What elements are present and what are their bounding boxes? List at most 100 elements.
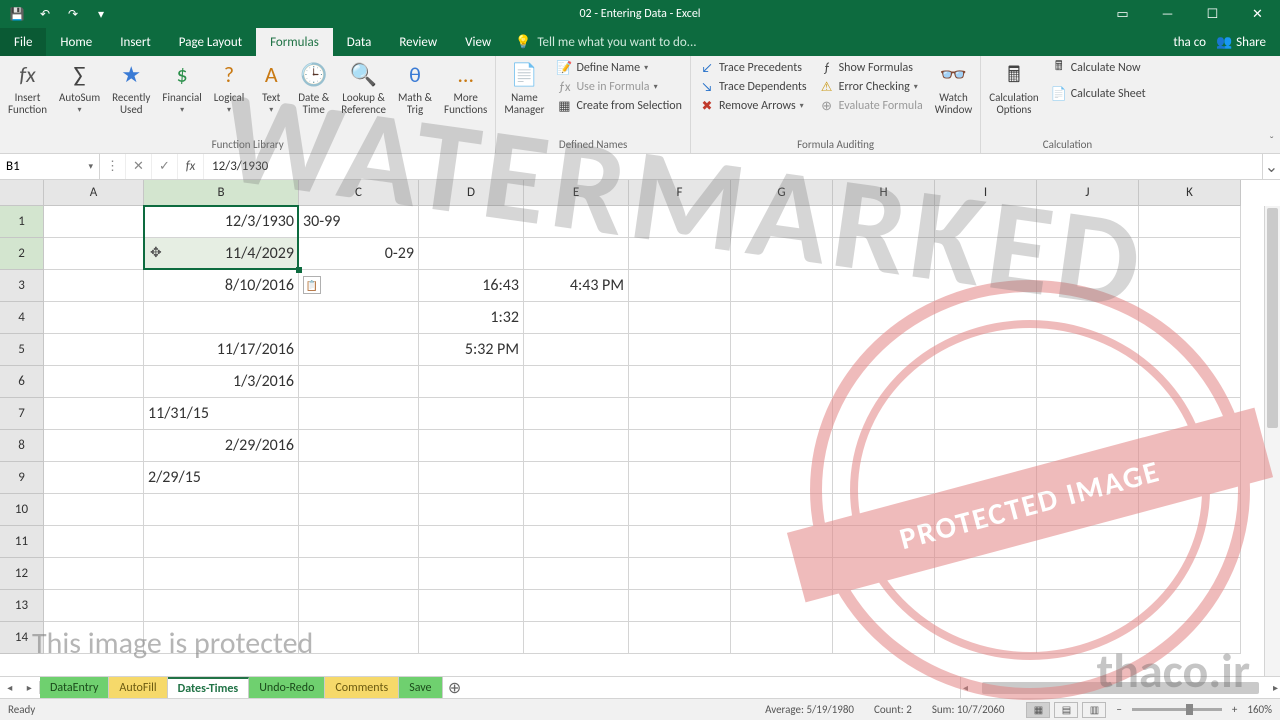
expand-formula-bar-icon[interactable]: ⌄ xyxy=(1262,154,1280,179)
tab-file[interactable]: File xyxy=(0,28,46,56)
tab-review[interactable]: Review xyxy=(385,28,451,56)
worksheet-grid[interactable]: ABCDEFGHIJK112/3/193030-99211/4/20290-29… xyxy=(0,180,1280,676)
cell-J9[interactable] xyxy=(1037,462,1139,494)
cell-D14[interactable] xyxy=(419,622,524,654)
error-checking-button[interactable]: ⚠Error Checking▾ xyxy=(819,79,923,95)
row-header-5[interactable]: 5 xyxy=(0,334,44,366)
select-all-corner[interactable] xyxy=(0,180,44,206)
cell-C14[interactable] xyxy=(299,622,419,654)
cell-D1[interactable] xyxy=(419,206,524,238)
cell-H2[interactable] xyxy=(833,238,935,270)
cell-E5[interactable] xyxy=(524,334,629,366)
cell-H7[interactable] xyxy=(833,398,935,430)
horizontal-scrollbar[interactable]: ◂ ▸ xyxy=(960,677,1280,698)
cell-C13[interactable] xyxy=(299,590,419,622)
cell-K4[interactable] xyxy=(1139,302,1241,334)
cell-I9[interactable] xyxy=(935,462,1037,494)
cell-J1[interactable] xyxy=(1037,206,1139,238)
cell-F10[interactable] xyxy=(629,494,731,526)
cell-B1[interactable]: 12/3/1930 xyxy=(144,206,299,238)
cell-I14[interactable] xyxy=(935,622,1037,654)
cell-J12[interactable] xyxy=(1037,558,1139,590)
cell-J14[interactable] xyxy=(1037,622,1139,654)
cell-I11[interactable] xyxy=(935,526,1037,558)
cell-D5[interactable]: 5:32 PM xyxy=(419,334,524,366)
cell-A11[interactable] xyxy=(44,526,144,558)
cell-J11[interactable] xyxy=(1037,526,1139,558)
zoom-out-icon[interactable]: − xyxy=(1110,703,1127,716)
sheet-tab-comments[interactable]: Comments xyxy=(325,677,399,698)
calculation-options-button[interactable]: 🖩Calculation Options xyxy=(983,58,1045,118)
cell-K9[interactable] xyxy=(1139,462,1241,494)
paste-options-icon[interactable]: 📋 xyxy=(303,276,321,294)
cell-J7[interactable] xyxy=(1037,398,1139,430)
cell-C9[interactable] xyxy=(299,462,419,494)
tab-view[interactable]: View xyxy=(451,28,505,56)
column-header-H[interactable]: H xyxy=(833,180,935,206)
maximize-icon[interactable]: ☐ xyxy=(1190,0,1235,28)
user-name[interactable]: tha co xyxy=(1173,35,1206,50)
name-manager-button[interactable]: 📄Name Manager xyxy=(498,58,550,118)
sheet-nav-first-icon[interactable]: ◂ xyxy=(7,681,12,694)
cell-I13[interactable] xyxy=(935,590,1037,622)
cell-H10[interactable] xyxy=(833,494,935,526)
cell-F13[interactable] xyxy=(629,590,731,622)
column-header-B[interactable]: B xyxy=(144,180,299,206)
column-header-A[interactable]: A xyxy=(44,180,144,206)
cell-E12[interactable] xyxy=(524,558,629,590)
cell-K7[interactable] xyxy=(1139,398,1241,430)
cell-C1[interactable]: 30-99 xyxy=(299,206,419,238)
cell-H6[interactable] xyxy=(833,366,935,398)
cell-D11[interactable] xyxy=(419,526,524,558)
cell-C2[interactable]: 0-29 xyxy=(299,238,419,270)
cell-H5[interactable] xyxy=(833,334,935,366)
column-header-I[interactable]: I xyxy=(935,180,1037,206)
row-header-9[interactable]: 9 xyxy=(0,462,44,494)
cell-G6[interactable] xyxy=(731,366,833,398)
cell-H11[interactable] xyxy=(833,526,935,558)
sheet-tab-dataentry[interactable]: DataEntry xyxy=(40,677,109,698)
cell-K6[interactable] xyxy=(1139,366,1241,398)
column-header-F[interactable]: F xyxy=(629,180,731,206)
cell-K12[interactable] xyxy=(1139,558,1241,590)
cell-C12[interactable] xyxy=(299,558,419,590)
cell-B9[interactable]: 2/29/15 xyxy=(144,462,299,494)
calculate-now-button[interactable]: 🖩Calculate Now xyxy=(1051,60,1146,76)
row-header-14[interactable]: 14 xyxy=(0,622,44,654)
cell-G2[interactable] xyxy=(731,238,833,270)
cell-J8[interactable] xyxy=(1037,430,1139,462)
redo-icon[interactable]: ↷ xyxy=(62,3,84,25)
show-formulas-button[interactable]: ƒShow Formulas xyxy=(819,60,923,76)
cell-J10[interactable] xyxy=(1037,494,1139,526)
row-header-6[interactable]: 6 xyxy=(0,366,44,398)
tell-me-search[interactable]: 💡 Tell me what you want to do... xyxy=(515,28,696,56)
cell-E1[interactable] xyxy=(524,206,629,238)
cell-I7[interactable] xyxy=(935,398,1037,430)
cell-C4[interactable] xyxy=(299,302,419,334)
cell-C7[interactable] xyxy=(299,398,419,430)
recently-used-button[interactable]: ★Recently Used xyxy=(106,58,156,118)
cell-I2[interactable] xyxy=(935,238,1037,270)
logical-button[interactable]: ?Logical▾ xyxy=(208,58,250,117)
row-header-13[interactable]: 13 xyxy=(0,590,44,622)
financial-button[interactable]: $Financial▾ xyxy=(156,58,207,117)
row-header-10[interactable]: 10 xyxy=(0,494,44,526)
lookup-reference-button[interactable]: 🔍Lookup & Reference xyxy=(335,58,392,118)
column-header-C[interactable]: C xyxy=(299,180,419,206)
cell-A13[interactable] xyxy=(44,590,144,622)
cell-I5[interactable] xyxy=(935,334,1037,366)
cell-H3[interactable] xyxy=(833,270,935,302)
define-name-button[interactable]: 📝Define Name▾ xyxy=(556,60,682,76)
cell-I8[interactable] xyxy=(935,430,1037,462)
cell-A1[interactable] xyxy=(44,206,144,238)
evaluate-formula-button[interactable]: ⊕Evaluate Formula xyxy=(819,98,923,114)
cell-H4[interactable] xyxy=(833,302,935,334)
row-header-4[interactable]: 4 xyxy=(0,302,44,334)
cell-D8[interactable] xyxy=(419,430,524,462)
cell-D6[interactable] xyxy=(419,366,524,398)
cell-G3[interactable] xyxy=(731,270,833,302)
zoom-level[interactable]: 160% xyxy=(1247,703,1272,716)
cell-E9[interactable] xyxy=(524,462,629,494)
use-in-formula-button[interactable]: ƒxUse in Formula▾ xyxy=(556,79,682,95)
page-break-view-icon[interactable]: ▥ xyxy=(1082,702,1106,718)
